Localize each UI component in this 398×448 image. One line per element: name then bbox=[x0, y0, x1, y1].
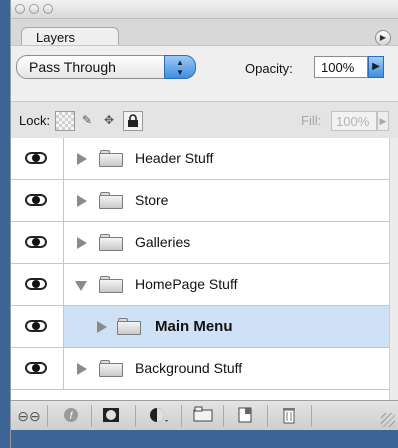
layer-name: Background Stuff bbox=[135, 360, 243, 376]
tab-layers[interactable]: Layers bbox=[21, 27, 119, 47]
title-bar[interactable] bbox=[11, 0, 398, 19]
opacity-input[interactable]: 100% bbox=[314, 56, 368, 78]
layers-list: Header Stuff Store Galleries HomePage St… bbox=[11, 138, 389, 400]
up-down-arrows-icon[interactable]: ▲ ▼ bbox=[164, 55, 196, 79]
desktop-background: Layers ▶ Pass Through ▲ ▼ Opacity: 100% ▶… bbox=[0, 0, 398, 448]
folder-icon bbox=[99, 360, 123, 377]
folder-icon bbox=[99, 150, 123, 167]
visibility-toggle[interactable] bbox=[11, 180, 64, 221]
toolbar-divider bbox=[135, 405, 136, 427]
eye-icon bbox=[25, 362, 47, 374]
padlock-icon[interactable] bbox=[123, 111, 143, 131]
tab-layers-label: Layers bbox=[36, 30, 76, 45]
opacity-slider-button[interactable]: ▶ bbox=[368, 56, 384, 78]
toolbar-divider bbox=[223, 405, 224, 427]
layer-row-header-stuff[interactable]: Header Stuff bbox=[11, 138, 389, 180]
toolbar-divider bbox=[181, 405, 182, 427]
panel-menu-icon[interactable]: ▶ bbox=[375, 30, 391, 46]
layer-row-galleries[interactable]: Galleries bbox=[11, 222, 389, 264]
layers-toolbar: ⊖⊖ f bbox=[11, 400, 398, 431]
eye-icon bbox=[25, 236, 47, 248]
brush-icon[interactable]: ✎ bbox=[77, 111, 97, 131]
toolbar-divider bbox=[47, 405, 48, 427]
layer-row-store[interactable]: Store bbox=[11, 180, 389, 222]
eye-icon bbox=[25, 152, 47, 164]
layer-name: Main Menu bbox=[155, 318, 233, 335]
layer-name: Store bbox=[135, 192, 169, 208]
layer-row-main-menu[interactable]: Main Menu bbox=[11, 306, 389, 348]
fill-label: Fill: bbox=[301, 113, 322, 128]
toolbar-divider bbox=[267, 405, 268, 427]
toolbar-divider bbox=[311, 405, 312, 427]
disclosure-triangle-open-icon[interactable] bbox=[75, 281, 87, 291]
layer-name: HomePage Stuff bbox=[135, 276, 238, 292]
layer-name: Galleries bbox=[135, 234, 191, 250]
visibility-toggle[interactable] bbox=[11, 348, 64, 389]
trash-icon[interactable] bbox=[277, 406, 301, 426]
disclosure-triangle-icon[interactable] bbox=[77, 237, 87, 249]
visibility-toggle[interactable] bbox=[11, 222, 64, 263]
minimize-button[interactable] bbox=[29, 4, 39, 14]
fill-slider-button[interactable]: ▶ bbox=[377, 111, 389, 131]
lock-row: Lock: ✎ ✥ Fill: 100% ▶ bbox=[11, 101, 398, 139]
new-layer-icon[interactable] bbox=[233, 406, 257, 426]
blend-mode-value: Pass Through bbox=[29, 59, 116, 75]
layer-row-background-stuff[interactable]: Background Stuff bbox=[11, 348, 389, 390]
eye-icon bbox=[25, 194, 47, 206]
resize-grip[interactable] bbox=[381, 413, 395, 427]
mask-icon[interactable] bbox=[99, 406, 123, 426]
blend-mode-select[interactable]: Pass Through ▲ ▼ bbox=[16, 55, 196, 79]
disclosure-triangle-icon[interactable] bbox=[77, 195, 87, 207]
lock-label: Lock: bbox=[19, 113, 51, 128]
disclosure-triangle-icon[interactable] bbox=[77, 363, 87, 375]
scrollbar[interactable] bbox=[389, 138, 398, 400]
visibility-toggle[interactable] bbox=[11, 306, 64, 347]
checker-icon[interactable] bbox=[55, 111, 75, 131]
opacity-label: Opacity: bbox=[245, 61, 293, 76]
fill-value: 100% bbox=[336, 114, 370, 129]
move-icon[interactable]: ✥ bbox=[99, 111, 119, 131]
eye-icon bbox=[25, 320, 47, 332]
opacity-value: 100% bbox=[321, 60, 355, 75]
layers-palette: Layers ▶ Pass Through ▲ ▼ Opacity: 100% ▶… bbox=[10, 0, 398, 448]
window-bottom-edge bbox=[11, 430, 398, 448]
disclosure-triangle-icon[interactable] bbox=[97, 321, 107, 333]
visibility-toggle[interactable] bbox=[11, 264, 64, 305]
folder-icon bbox=[99, 234, 123, 251]
folder-icon bbox=[99, 276, 123, 293]
visibility-toggle[interactable] bbox=[11, 138, 64, 179]
link-icon[interactable]: ⊖⊖ bbox=[15, 406, 43, 426]
eye-icon bbox=[25, 278, 47, 290]
tab-row: Layers ▶ bbox=[11, 19, 398, 47]
close-button[interactable] bbox=[15, 4, 25, 14]
layer-row-homepage-stuff[interactable]: HomePage Stuff bbox=[11, 264, 389, 306]
toolbar-divider bbox=[91, 405, 92, 427]
fill-input[interactable]: 100% bbox=[331, 111, 377, 131]
folder-icon bbox=[117, 318, 141, 335]
blend-controls: Pass Through ▲ ▼ Opacity: 100% ▶ bbox=[11, 45, 398, 102]
disclosure-triangle-icon[interactable] bbox=[77, 153, 87, 165]
half-circle-icon[interactable] bbox=[145, 406, 173, 426]
folder-icon[interactable] bbox=[191, 406, 215, 426]
zoom-button[interactable] bbox=[43, 4, 53, 14]
folder-icon bbox=[99, 192, 123, 209]
fx-icon[interactable]: f bbox=[59, 406, 83, 426]
layer-name: Header Stuff bbox=[135, 150, 214, 166]
